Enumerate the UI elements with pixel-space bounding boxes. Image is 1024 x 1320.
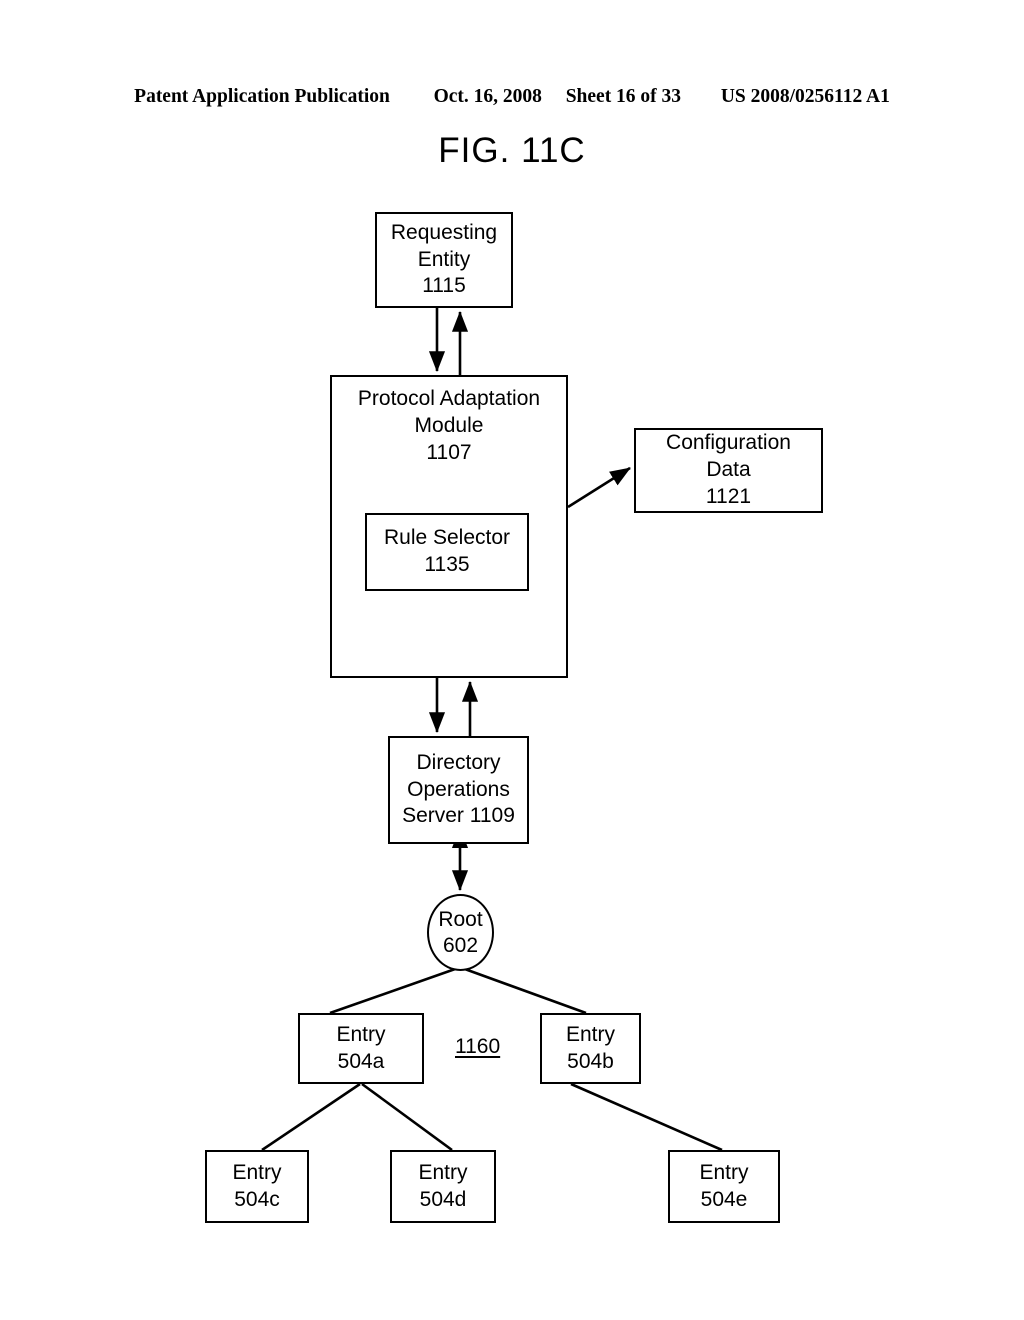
node-entry-504b-line1: Entry: [565, 1022, 615, 1046]
reference-numeral-1160: 1160: [455, 1035, 501, 1058]
node-entry-504e[interactable]: Entry 504e: [668, 1150, 780, 1223]
node-entry-504a-line2: 504a: [337, 1049, 385, 1073]
node-entry-504a-line1: Entry: [336, 1022, 386, 1046]
node-configuration-data-line2: Data: [706, 458, 751, 482]
node-directory-server-line3: Server 1109: [402, 804, 515, 828]
node-requesting-entity[interactable]: Requesting Entity 1115: [375, 212, 513, 308]
wire-root-to-entry-504a: [329, 966, 459, 1015]
node-directory-server-line1: Directory: [416, 750, 501, 774]
node-requesting-entity-line1: Requesting: [390, 220, 498, 244]
node-entry-504e-line1: Entry: [699, 1160, 749, 1184]
node-pam-line3: 1107: [426, 440, 472, 464]
node-configuration-data[interactable]: Configuration Data 1121: [634, 428, 823, 513]
wire-entry-504b-to-504e: [570, 1082, 723, 1152]
node-directory-operations-server[interactable]: Directory Operations Server 1109: [388, 736, 529, 844]
node-entry-504a[interactable]: Entry 504a: [298, 1013, 424, 1084]
node-root[interactable]: Root 602: [427, 894, 494, 971]
node-entry-504e-line2: 504e: [700, 1187, 748, 1211]
wire-entry-504a-to-504d: [361, 1082, 453, 1152]
node-entry-504b[interactable]: Entry 504b: [540, 1013, 641, 1084]
wire-entry-504a-to-504c: [261, 1082, 361, 1152]
node-root-line2: 602: [442, 933, 479, 957]
node-rule-selector-line1: Rule Selector: [383, 526, 511, 550]
node-rule-selector[interactable]: Rule Selector 1135: [365, 513, 529, 591]
node-requesting-entity-line3: 1115: [422, 274, 466, 298]
node-requesting-entity-line2: Entity: [417, 247, 471, 271]
wire-root-to-entry-504b: [461, 966, 587, 1015]
node-root-line1: Root: [438, 908, 483, 932]
node-entry-504b-line2: 504b: [567, 1049, 614, 1073]
node-entry-504d[interactable]: Entry 504d: [390, 1150, 496, 1223]
node-entry-504c-line2: 504c: [234, 1187, 280, 1211]
node-entry-504c-line1: Entry: [232, 1160, 282, 1184]
node-configuration-data-line3: 1121: [705, 484, 752, 508]
node-directory-server-line2: Operations: [407, 777, 510, 801]
node-entry-504d-line1: Entry: [418, 1160, 468, 1184]
node-entry-504c[interactable]: Entry 504c: [205, 1150, 309, 1223]
figure-diagram: Requesting Entity 1115 Protocol Adaptati…: [0, 0, 1024, 1320]
node-configuration-data-line1: Configuration: [666, 431, 791, 455]
node-entry-504d-line2: 504d: [419, 1187, 467, 1211]
node-pam-line1: Protocol Adaptation: [357, 387, 541, 410]
node-pam-line2: Module: [414, 413, 484, 437]
node-rule-selector-line2: 1135: [424, 553, 470, 576]
wire-pam-to-configuration-data: [567, 466, 631, 509]
